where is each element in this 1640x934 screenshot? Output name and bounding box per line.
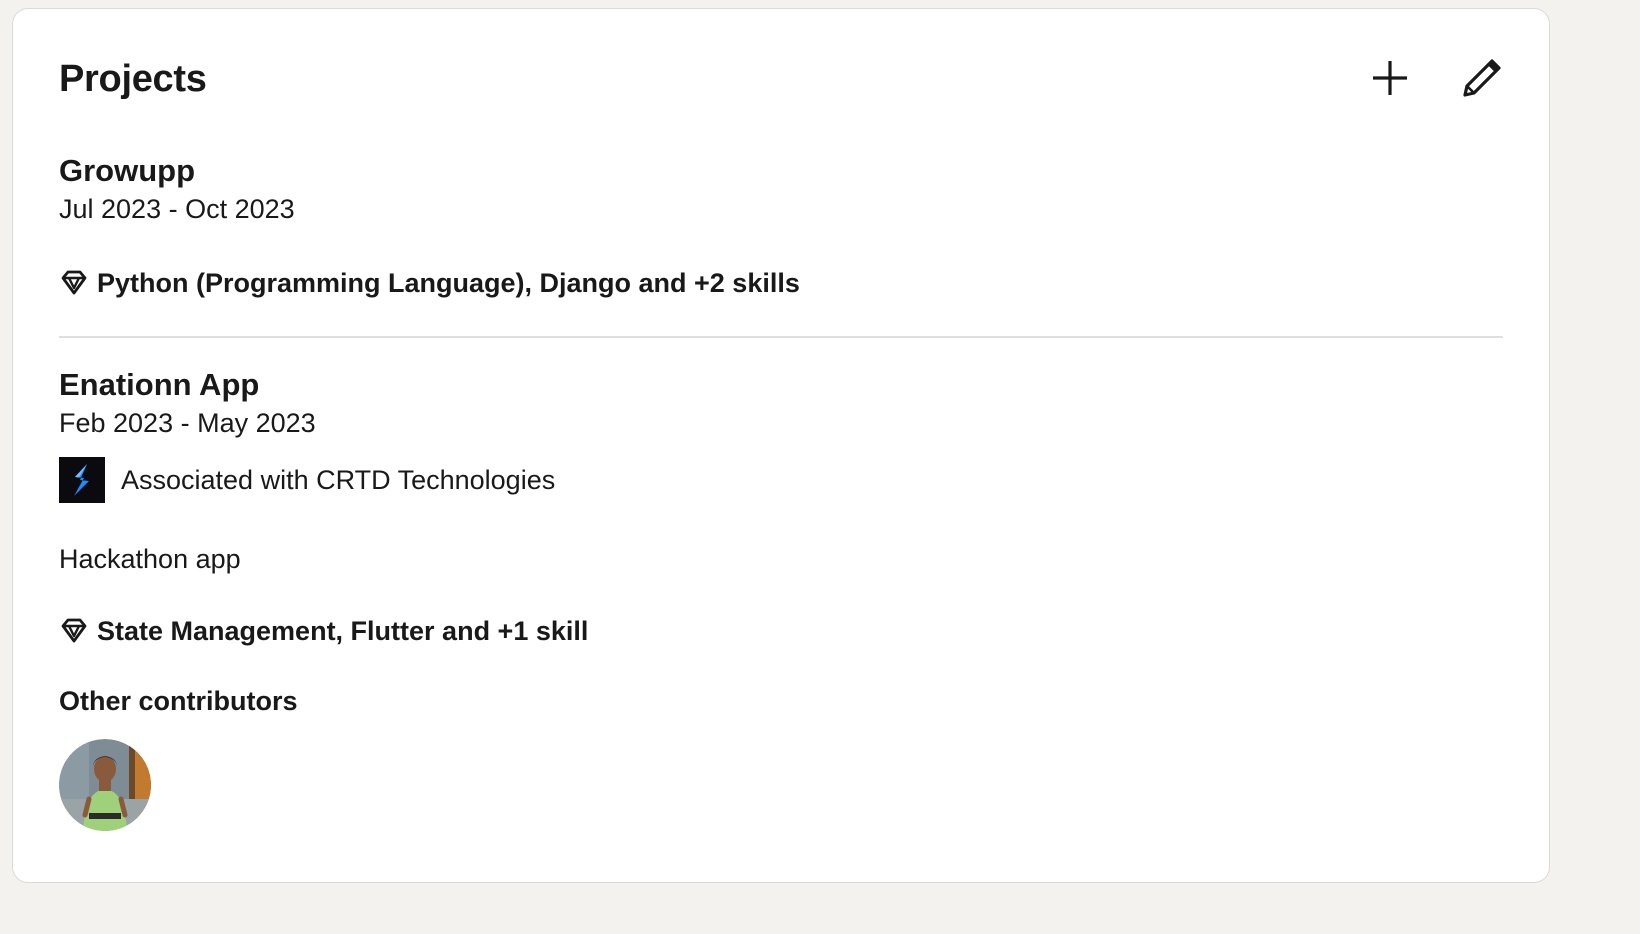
avatar[interactable]: [59, 739, 151, 831]
edit-projects-button[interactable]: [1454, 50, 1510, 106]
project-title: Enationn App: [59, 367, 260, 402]
plus-icon: [1373, 61, 1407, 95]
diamond-icon: [59, 616, 89, 646]
project-association[interactable]: Associated with CRTD Technologies: [59, 457, 1503, 503]
project-description: Hackathon app: [59, 544, 241, 574]
pencil-icon: [1463, 59, 1501, 97]
project-item: Growupp Jul 2023 - Oct 2023 Python (Prog…: [59, 151, 1503, 301]
project-skills[interactable]: State Management, Flutter and +1 skill: [59, 613, 1503, 649]
skills-text: State Management, Flutter and +1 skill: [97, 616, 589, 646]
project-dates: Feb 2023 - May 2023: [59, 408, 316, 438]
other-contributors-label: Other contributors: [59, 686, 298, 716]
projects-card: Projects Growupp Jul 2023 - Oct 2023 Pyt…: [12, 8, 1550, 883]
association-text: Associated with CRTD Technologies: [121, 465, 556, 495]
divider: [59, 336, 1503, 338]
project-title: Growupp: [59, 153, 196, 188]
skills-text: Python (Programming Language), Django an…: [97, 268, 800, 298]
project-skills[interactable]: Python (Programming Language), Django an…: [59, 265, 1503, 301]
add-project-button[interactable]: [1362, 50, 1418, 106]
project-dates: Jul 2023 - Oct 2023: [59, 194, 295, 224]
diamond-icon: [59, 268, 89, 298]
company-logo: [59, 457, 105, 503]
contributors-list: [59, 739, 1503, 831]
section-title: Projects: [59, 58, 207, 100]
project-item: Enationn App Feb 2023 - May 2023 Associa…: [59, 365, 1503, 831]
